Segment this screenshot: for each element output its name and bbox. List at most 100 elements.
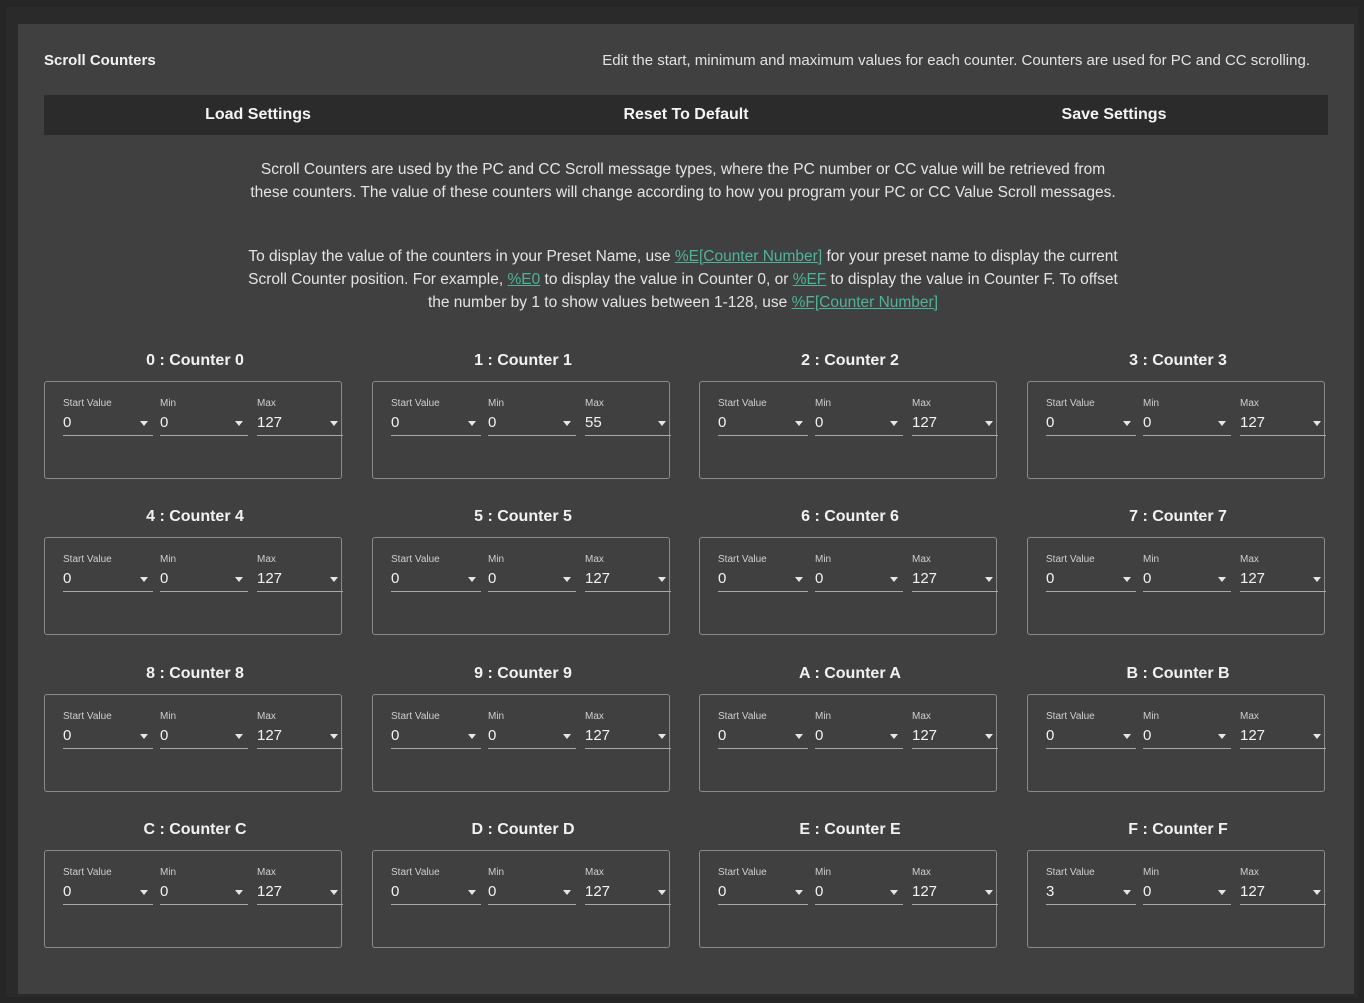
min-select[interactable]: 0 <box>488 566 576 592</box>
ef-link[interactable]: %EF <box>793 271 827 288</box>
chevron-down-icon[interactable] <box>1313 421 1321 426</box>
save-settings-button[interactable]: Save Settings <box>900 95 1328 135</box>
chevron-down-icon[interactable] <box>1218 577 1226 582</box>
e0-link[interactable]: %E0 <box>507 271 540 288</box>
counter-number-link[interactable]: %E[Counter Number] <box>675 248 822 265</box>
chevron-down-icon[interactable] <box>468 577 476 582</box>
min-select[interactable]: 0 <box>815 723 903 749</box>
min-select[interactable]: 0 <box>815 566 903 592</box>
max-select[interactable]: 127 <box>1240 566 1326 592</box>
chevron-down-icon[interactable] <box>1313 890 1321 895</box>
start-value-select[interactable]: 0 <box>63 879 153 905</box>
start-value-select[interactable]: 0 <box>391 723 481 749</box>
chevron-down-icon[interactable] <box>795 577 803 582</box>
max-select[interactable]: 127 <box>1240 879 1326 905</box>
max-select[interactable]: 127 <box>585 879 671 905</box>
min-select[interactable]: 0 <box>160 410 248 436</box>
offset-counter-number-link[interactable]: %F[Counter Number] <box>792 294 938 311</box>
start-value-select[interactable]: 0 <box>1046 723 1136 749</box>
chevron-down-icon[interactable] <box>1123 577 1131 582</box>
min-select[interactable]: 0 <box>160 723 248 749</box>
chevron-down-icon[interactable] <box>140 734 148 739</box>
start-value-select[interactable]: 0 <box>718 566 808 592</box>
chevron-down-icon[interactable] <box>795 890 803 895</box>
max-select[interactable]: 127 <box>585 566 671 592</box>
chevron-down-icon[interactable] <box>468 734 476 739</box>
chevron-down-icon[interactable] <box>1123 890 1131 895</box>
load-settings-button[interactable]: Load Settings <box>44 95 472 135</box>
chevron-down-icon[interactable] <box>890 890 898 895</box>
min-select[interactable]: 0 <box>1143 410 1231 436</box>
start-value-select[interactable]: 0 <box>63 410 153 436</box>
start-value-select[interactable]: 0 <box>1046 410 1136 436</box>
start-value-select[interactable]: 0 <box>63 723 153 749</box>
max-select[interactable]: 127 <box>585 723 671 749</box>
max-select[interactable]: 127 <box>912 410 998 436</box>
chevron-down-icon[interactable] <box>330 890 338 895</box>
chevron-down-icon[interactable] <box>140 421 148 426</box>
reset-to-default-button[interactable]: Reset To Default <box>472 95 900 135</box>
chevron-down-icon[interactable] <box>235 734 243 739</box>
chevron-down-icon[interactable] <box>1313 734 1321 739</box>
max-select[interactable]: 127 <box>257 566 343 592</box>
start-value-select[interactable]: 0 <box>63 566 153 592</box>
start-value-select[interactable]: 3 <box>1046 879 1136 905</box>
chevron-down-icon[interactable] <box>985 421 993 426</box>
chevron-down-icon[interactable] <box>985 577 993 582</box>
start-value-select[interactable]: 0 <box>391 410 481 436</box>
chevron-down-icon[interactable] <box>658 890 666 895</box>
chevron-down-icon[interactable] <box>563 734 571 739</box>
min-select[interactable]: 0 <box>1143 566 1231 592</box>
chevron-down-icon[interactable] <box>330 577 338 582</box>
max-select[interactable]: 127 <box>912 723 998 749</box>
max-select[interactable]: 127 <box>257 879 343 905</box>
chevron-down-icon[interactable] <box>468 890 476 895</box>
max-select[interactable]: 127 <box>912 566 998 592</box>
chevron-down-icon[interactable] <box>1123 421 1131 426</box>
chevron-down-icon[interactable] <box>140 577 148 582</box>
min-select[interactable]: 0 <box>815 879 903 905</box>
chevron-down-icon[interactable] <box>1218 734 1226 739</box>
chevron-down-icon[interactable] <box>1218 421 1226 426</box>
start-value-select[interactable]: 0 <box>718 723 808 749</box>
chevron-down-icon[interactable] <box>890 734 898 739</box>
min-select[interactable]: 0 <box>1143 879 1231 905</box>
start-value-select[interactable]: 0 <box>1046 566 1136 592</box>
chevron-down-icon[interactable] <box>235 577 243 582</box>
chevron-down-icon[interactable] <box>890 421 898 426</box>
min-select[interactable]: 0 <box>488 723 576 749</box>
chevron-down-icon[interactable] <box>795 734 803 739</box>
chevron-down-icon[interactable] <box>658 421 666 426</box>
max-select[interactable]: 55 <box>585 410 671 436</box>
max-select[interactable]: 127 <box>1240 723 1326 749</box>
chevron-down-icon[interactable] <box>1313 577 1321 582</box>
chevron-down-icon[interactable] <box>795 421 803 426</box>
start-value-select[interactable]: 0 <box>391 879 481 905</box>
min-select[interactable]: 0 <box>815 410 903 436</box>
max-select[interactable]: 127 <box>257 723 343 749</box>
min-select[interactable]: 0 <box>160 566 248 592</box>
start-value-select[interactable]: 0 <box>718 879 808 905</box>
max-select[interactable]: 127 <box>257 410 343 436</box>
chevron-down-icon[interactable] <box>330 734 338 739</box>
start-value-select[interactable]: 0 <box>718 410 808 436</box>
chevron-down-icon[interactable] <box>658 734 666 739</box>
chevron-down-icon[interactable] <box>235 890 243 895</box>
chevron-down-icon[interactable] <box>563 577 571 582</box>
chevron-down-icon[interactable] <box>468 421 476 426</box>
max-select[interactable]: 127 <box>912 879 998 905</box>
chevron-down-icon[interactable] <box>985 890 993 895</box>
chevron-down-icon[interactable] <box>658 577 666 582</box>
min-select[interactable]: 0 <box>488 410 576 436</box>
chevron-down-icon[interactable] <box>1218 890 1226 895</box>
chevron-down-icon[interactable] <box>140 890 148 895</box>
chevron-down-icon[interactable] <box>235 421 243 426</box>
chevron-down-icon[interactable] <box>563 890 571 895</box>
chevron-down-icon[interactable] <box>985 734 993 739</box>
min-select[interactable]: 0 <box>160 879 248 905</box>
chevron-down-icon[interactable] <box>1123 734 1131 739</box>
min-select[interactable]: 0 <box>488 879 576 905</box>
chevron-down-icon[interactable] <box>890 577 898 582</box>
max-select[interactable]: 127 <box>1240 410 1326 436</box>
chevron-down-icon[interactable] <box>330 421 338 426</box>
